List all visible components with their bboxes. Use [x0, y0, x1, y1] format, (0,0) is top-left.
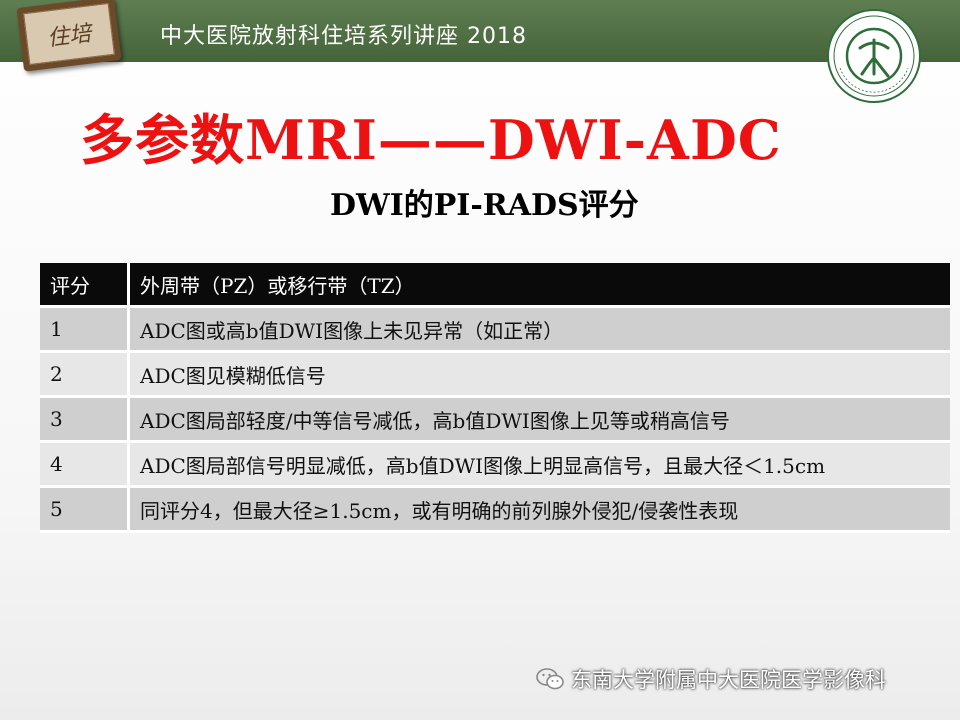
course-badge-label: 住培 [23, 2, 115, 66]
slide-subtitle: DWI的PI-RADS评分 [330, 188, 639, 223]
row-score: 3 [40, 396, 130, 443]
course-badge: 住培 [16, 0, 122, 72]
row-score: 2 [40, 351, 130, 398]
footer-text: 东南大学附属中大医院医学影像科 [571, 668, 886, 692]
row-description: 同评分4，但最大径≥1.5cm，或有明确的前列腺外侵犯/侵袭性表现 [128, 486, 950, 533]
table-row: 4 ADC图局部信号明显减低，高b值DWI图像上明显高信号，且最大径＜1.5cm [40, 441, 950, 488]
row-score: 1 [40, 306, 130, 353]
row-description: ADC图局部轻度/中等信号减低，高b值DWI图像上见等或稍高信号 [128, 396, 950, 443]
header-score: 评分 [40, 263, 130, 308]
header-title: 中大医院放射科住培系列讲座 2018 [160, 24, 527, 49]
hospital-logo [827, 9, 921, 103]
header-bar: 住培 中大医院放射科住培系列讲座 2018 [0, 0, 960, 72]
header-zone: 外周带（PZ）或移行带（TZ） [128, 263, 950, 308]
wechat-icon [536, 668, 564, 690]
row-description: ADC图或高b值DWI图像上未见异常（如正常） [128, 306, 950, 353]
row-description: ADC图见模糊低信号 [128, 351, 950, 398]
table-row: 5 同评分4，但最大径≥1.5cm，或有明确的前列腺外侵犯/侵袭性表现 [40, 486, 950, 533]
table-row: 1 ADC图或高b值DWI图像上未见异常（如正常） [40, 306, 950, 353]
table-row: 2 ADC图见模糊低信号 [40, 351, 950, 398]
row-score: 5 [40, 486, 130, 533]
row-description: ADC图局部信号明显减低，高b值DWI图像上明显高信号，且最大径＜1.5cm [128, 441, 950, 488]
row-score: 4 [40, 441, 130, 488]
slide-title: 多参数MRI——DWI-ADC [80, 108, 782, 172]
table-row: 3 ADC图局部轻度/中等信号减低，高b值DWI图像上见等或稍高信号 [40, 396, 950, 443]
pi-rads-table: 评分 外周带（PZ）或移行带（TZ） 1 ADC图或高b值DWI图像上未见异常（… [40, 263, 950, 533]
table-header-row: 评分 外周带（PZ）或移行带（TZ） [40, 263, 950, 308]
footer-watermark: 东南大学附属中大医院医学影像科 [535, 664, 886, 694]
